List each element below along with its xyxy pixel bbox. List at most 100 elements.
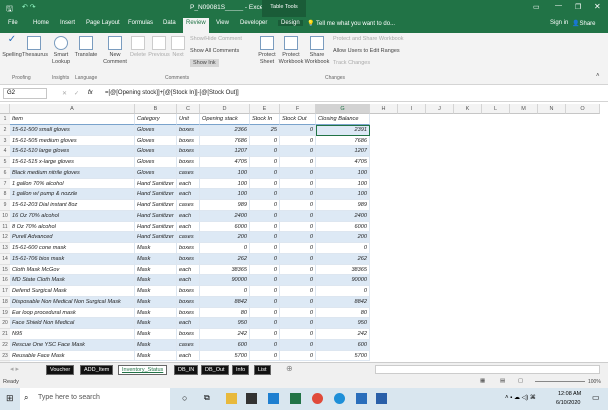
table-cell[interactable]: 90000 (316, 275, 370, 286)
table-cell[interactable]: Mask (135, 275, 177, 286)
table-cell[interactable]: 1 gallon 70% alcohol (10, 178, 135, 190)
table-cell[interactable]: 0 (250, 350, 280, 362)
table-cell[interactable]: Hand Sanitizer (135, 210, 177, 222)
mail-icon[interactable] (268, 393, 279, 404)
table-cell[interactable]: 15-61-706 bios mask (10, 253, 135, 265)
row-header[interactable]: 19 (0, 307, 10, 319)
photos-icon[interactable] (356, 393, 367, 404)
column-header-C[interactable]: C (177, 104, 200, 114)
table-cell[interactable]: Black medium nitrile gloves (10, 167, 135, 179)
table-cell[interactable]: 0 (280, 157, 316, 168)
table-cell[interactable]: 100 (316, 178, 370, 190)
table-cell[interactable]: 0 (280, 318, 316, 329)
table-cell[interactable]: each (177, 275, 200, 286)
normal-view-icon[interactable]: ▦ (480, 378, 485, 384)
table-cell[interactable]: 2391 (316, 124, 370, 136)
tab-file[interactable]: File (8, 20, 18, 26)
previous-comment-button[interactable]: Previous (148, 36, 170, 59)
column-header-H[interactable]: H (370, 104, 398, 114)
table-cell[interactable]: Disposable Non Medical Non Surgical Mask (10, 296, 135, 308)
table-cell[interactable]: 0 (250, 286, 280, 297)
row-header[interactable]: 12 (0, 232, 10, 243)
spelling-button[interactable]: ✓ Spelling (2, 35, 22, 59)
table-cell[interactable]: 7686 (316, 135, 370, 147)
table-cell[interactable]: 2400 (200, 210, 250, 222)
table-cell[interactable]: 989 (200, 200, 250, 211)
tab-page-layout[interactable]: Page Layout (86, 20, 120, 26)
protect-share-workbook-button[interactable]: Protect and Share Workbook (333, 36, 404, 42)
page-layout-view-icon[interactable]: ▤ (500, 378, 505, 384)
table-cell[interactable]: boxes (177, 146, 200, 157)
allow-edit-ranges-button[interactable]: Allow Users to Edit Ranges (333, 48, 400, 54)
table-cell[interactable]: 38365 (316, 264, 370, 276)
tab-design[interactable]: Design (278, 20, 303, 26)
table-cell[interactable]: Face Shield Non Medical (10, 318, 135, 329)
show-hide-comment-button[interactable]: Show/Hide Comment (190, 36, 242, 42)
table-cell[interactable]: 15-61-510 large gloves (10, 146, 135, 157)
table-cell[interactable]: 0 (316, 286, 370, 297)
column-header-B[interactable]: B (135, 104, 177, 114)
table-cell[interactable]: 0 (250, 200, 280, 211)
cortana-icon[interactable]: ○ (182, 393, 187, 403)
column-header-G[interactable]: G (316, 104, 370, 114)
table-cell[interactable]: 0 (280, 124, 316, 136)
row-header[interactable]: 13 (0, 243, 10, 254)
row-header[interactable]: 2 (0, 124, 10, 136)
table-cell[interactable]: 1 gallon w/ pump & nozzle (10, 189, 135, 200)
table-cell[interactable]: Mask (135, 318, 177, 329)
chrome-icon[interactable] (312, 393, 323, 404)
table-cell[interactable]: 0 (250, 146, 280, 157)
column-header-M[interactable]: M (510, 104, 538, 114)
row-header[interactable]: 9 (0, 200, 10, 211)
table-cell[interactable]: 0 (250, 243, 280, 254)
table-cell[interactable]: Gloves (135, 124, 177, 136)
table-cell[interactable]: Mask (135, 339, 177, 351)
table-cell[interactable]: 0 (250, 232, 280, 243)
table-cell[interactable]: each (177, 264, 200, 276)
table-cell[interactable]: Hand Sanitizer (135, 221, 177, 233)
table-cell[interactable]: Gloves (135, 146, 177, 157)
table-cell[interactable]: 0 (250, 275, 280, 286)
table-cell[interactable]: each (177, 221, 200, 233)
table-cell[interactable]: 242 (316, 329, 370, 340)
table-cell[interactable]: Purell Advanced (10, 232, 135, 243)
table-cell[interactable]: 0 (280, 200, 316, 211)
taskbar-search[interactable]: Type here to search (20, 388, 170, 410)
table-cell[interactable]: 2400 (316, 210, 370, 222)
table-cell[interactable]: 100 (200, 167, 250, 179)
share-button[interactable]: 👤Share (572, 20, 596, 27)
table-cell[interactable]: 0 (280, 264, 316, 276)
table-cell[interactable]: boxes (177, 329, 200, 340)
table-cell[interactable]: 0 (280, 167, 316, 179)
sheet-tab-list[interactable]: List (254, 365, 271, 375)
row-header[interactable]: 8 (0, 189, 10, 200)
table-cell[interactable]: 100 (316, 167, 370, 179)
table-cell[interactable]: Mask (135, 243, 177, 254)
undo-icon[interactable]: ↶ ↷ (22, 3, 36, 11)
table-header-cell[interactable]: Stock In (250, 114, 280, 125)
share-workbook-button[interactable]: Share Workbook (304, 36, 330, 66)
name-box[interactable]: G2 (3, 88, 47, 99)
next-comment-button[interactable]: Next (170, 36, 186, 59)
row-header[interactable]: 23 (0, 350, 10, 362)
table-cell[interactable]: 100 (316, 189, 370, 200)
column-header-N[interactable]: N (538, 104, 566, 114)
row-header[interactable]: 14 (0, 253, 10, 265)
table-cell[interactable]: 15-61-505 medium gloves (10, 135, 135, 147)
column-header-D[interactable]: D (200, 104, 250, 114)
column-header-L[interactable]: L (482, 104, 510, 114)
table-cell[interactable]: 0 (250, 296, 280, 308)
table-cell[interactable]: Ear loop procedural mask (10, 307, 135, 319)
row-header[interactable]: 11 (0, 221, 10, 233)
notifications-icon[interactable]: ▭ (592, 393, 600, 402)
add-sheet-icon[interactable]: ⊕ (286, 364, 293, 373)
table-cell[interactable]: 262 (200, 253, 250, 265)
tab-insert[interactable]: Insert (60, 20, 75, 26)
table-cell[interactable]: 1207 (200, 146, 250, 157)
table-cell[interactable]: Mask (135, 307, 177, 319)
table-cell[interactable]: 200 (316, 232, 370, 243)
table-cell[interactable]: 0 (250, 339, 280, 351)
table-cell[interactable]: boxes (177, 243, 200, 254)
table-cell[interactable]: 15-61-500 small gloves (10, 124, 135, 136)
table-cell[interactable]: 0 (250, 318, 280, 329)
